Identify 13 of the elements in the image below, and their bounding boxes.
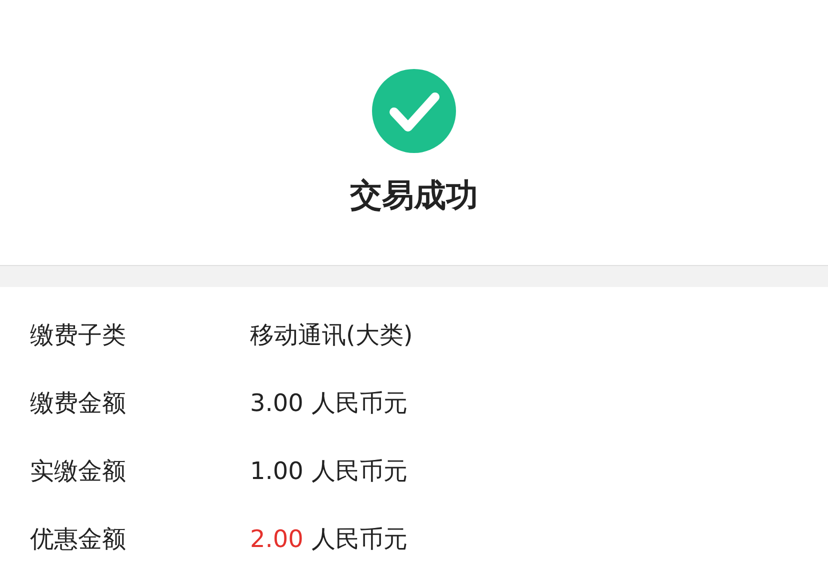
currency-unit: 人民币元: [311, 524, 408, 555]
detail-label: 优惠金额: [30, 524, 127, 555]
detail-label: 缴费金额: [30, 388, 127, 419]
currency-unit: 人民币元: [311, 456, 408, 487]
detail-label: 缴费子类: [30, 320, 127, 351]
check-icon: [372, 69, 456, 153]
detail-value: 移动通讯(大类): [250, 320, 413, 351]
amount-value: 2.00: [250, 524, 304, 555]
amount-value: 1.00: [250, 456, 304, 487]
detail-label: 实缴金额: [30, 456, 127, 487]
amount-value: 3.00: [250, 388, 304, 419]
currency-unit: 人民币元: [311, 388, 408, 419]
result-title: 交易成功: [350, 175, 478, 215]
